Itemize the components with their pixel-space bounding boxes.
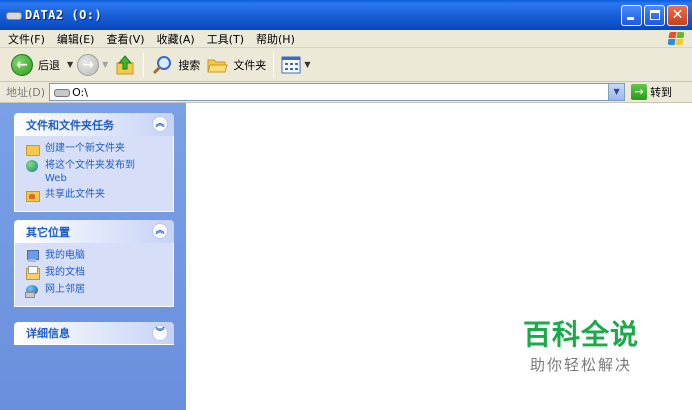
other-places-title: 其它位置 (26, 225, 70, 239)
minimize-button[interactable] (621, 5, 642, 26)
up-folder-icon (116, 54, 134, 74)
go-button[interactable]: → 转到 (631, 84, 672, 100)
place-label: 我的文档 (45, 267, 85, 278)
globe-icon (25, 159, 39, 173)
close-icon: ✕ (671, 7, 684, 23)
back-button[interactable]: ← 后退 (8, 51, 63, 79)
back-arrow-icon: ← (11, 53, 33, 76)
place-label: 网上邻居 (45, 284, 85, 295)
views-icon (281, 56, 301, 73)
collapse-icon[interactable]: ︽ (152, 116, 168, 132)
window-title: DATA2 (O:) (25, 8, 103, 22)
details-panel: 详细信息 ︾ (14, 322, 174, 345)
window-controls: ✕ (621, 5, 688, 26)
drive-icon (54, 88, 71, 97)
task-label: 创建一个新文件夹 (45, 143, 125, 154)
other-places-panel: 其它位置 ︽ 我的电脑 我的文档 网上邻居 (14, 220, 174, 307)
go-label: 转到 (650, 86, 673, 99)
close-button[interactable]: ✕ (667, 5, 688, 26)
file-tasks-body: 创建一个新文件夹 将这个文件夹发布到 Web 共享此文件夹 (14, 136, 174, 212)
new-folder-icon (25, 142, 40, 156)
watermark-title: 百科全说 (522, 318, 639, 351)
other-places-body: 我的电脑 我的文档 网上邻居 (14, 243, 174, 307)
collapse-icon[interactable]: ︽ (152, 223, 168, 239)
task-label: 将这个文件夹发布到 Web (45, 160, 135, 184)
chevron-down-icon: ▼ (67, 60, 74, 69)
task-new-folder[interactable]: 创建一个新文件夹 (25, 142, 173, 156)
toolbar-separator (273, 52, 275, 77)
toolbar-separator (143, 52, 145, 77)
forward-arrow-icon: → (77, 53, 100, 76)
address-input[interactable]: O:\ ▼ (49, 83, 626, 101)
task-share-folder[interactable]: 共享此文件夹 (25, 188, 173, 202)
folders-label: 文件夹 (233, 58, 267, 72)
menu-help[interactable]: 帮助(H) (256, 31, 295, 47)
task-pane: 文件和文件夹任务 ︽ 创建一个新文件夹 将这个文件夹发布到 Web 共享此文件夹… (0, 103, 186, 410)
place-network[interactable]: 网上邻居 (25, 283, 173, 298)
menu-view[interactable]: 查看(V) (106, 31, 144, 47)
search-icon (153, 55, 172, 74)
place-my-documents[interactable]: 我的文档 (25, 266, 173, 280)
chevron-down-icon: ▼ (304, 60, 311, 69)
menu-tools[interactable]: 工具(T) (207, 31, 244, 47)
address-label: 地址(D) (6, 86, 46, 99)
place-label: 我的电脑 (45, 250, 85, 261)
address-value: O:\ (72, 85, 88, 99)
go-arrow-icon: → (631, 84, 648, 100)
menu-favorites[interactable]: 收藏(A) (157, 31, 195, 47)
forward-button[interactable]: → ▼ (74, 51, 111, 79)
folders-button[interactable]: 文件夹 (203, 51, 269, 79)
up-button[interactable] (111, 51, 139, 79)
file-tasks-header[interactable]: 文件和文件夹任务 ︽ (14, 113, 174, 136)
search-button[interactable]: 搜索 (148, 51, 203, 79)
back-label: 后退 (38, 58, 60, 72)
back-dropdown[interactable]: ▼ (63, 51, 74, 79)
drive-icon (6, 10, 22, 20)
address-dropdown[interactable]: ▼ (608, 84, 625, 100)
details-header[interactable]: 详细信息 ︾ (14, 322, 174, 345)
place-my-computer[interactable]: 我的电脑 (25, 249, 173, 263)
menu-file[interactable]: 文件(F) (8, 31, 45, 47)
computer-icon (25, 249, 39, 263)
address-bar: 地址(D) O:\ ▼ → 转到 (0, 82, 692, 103)
menu-edit[interactable]: 编辑(E) (57, 31, 95, 47)
watermark-subtitle: 助你轻松解决 (529, 356, 632, 374)
minimize-icon (627, 17, 634, 20)
watermark: 百科全说 助你轻松解决 (516, 318, 646, 375)
other-places-header[interactable]: 其它位置 ︽ (14, 220, 174, 243)
title-bar[interactable]: DATA2 (O:) ✕ (0, 0, 692, 30)
toolbar: ← 后退 ▼ → ▼ 搜索 文件夹 ▼ (0, 48, 692, 82)
network-icon (25, 283, 39, 298)
file-tasks-title: 文件和文件夹任务 (26, 118, 114, 132)
documents-icon (25, 266, 40, 280)
task-publish-web[interactable]: 将这个文件夹发布到 Web (25, 159, 173, 185)
task-label: 共享此文件夹 (45, 189, 105, 200)
file-tasks-panel: 文件和文件夹任务 ︽ 创建一个新文件夹 将这个文件夹发布到 Web 共享此文件夹 (14, 113, 174, 212)
folder-icon (207, 59, 228, 72)
windows-logo-icon (666, 31, 685, 47)
expand-icon[interactable]: ︾ (152, 325, 168, 341)
menu-bar: 文件(F) 编辑(E) 查看(V) 收藏(A) 工具(T) 帮助(H) (0, 30, 692, 48)
maximize-icon (650, 10, 660, 20)
chevron-down-icon: ▼ (102, 60, 109, 69)
search-label: 搜索 (178, 58, 201, 72)
views-button[interactable]: ▼ (278, 51, 313, 79)
maximize-button[interactable] (644, 5, 665, 26)
share-folder-icon (25, 188, 40, 202)
details-title: 详细信息 (26, 327, 70, 340)
